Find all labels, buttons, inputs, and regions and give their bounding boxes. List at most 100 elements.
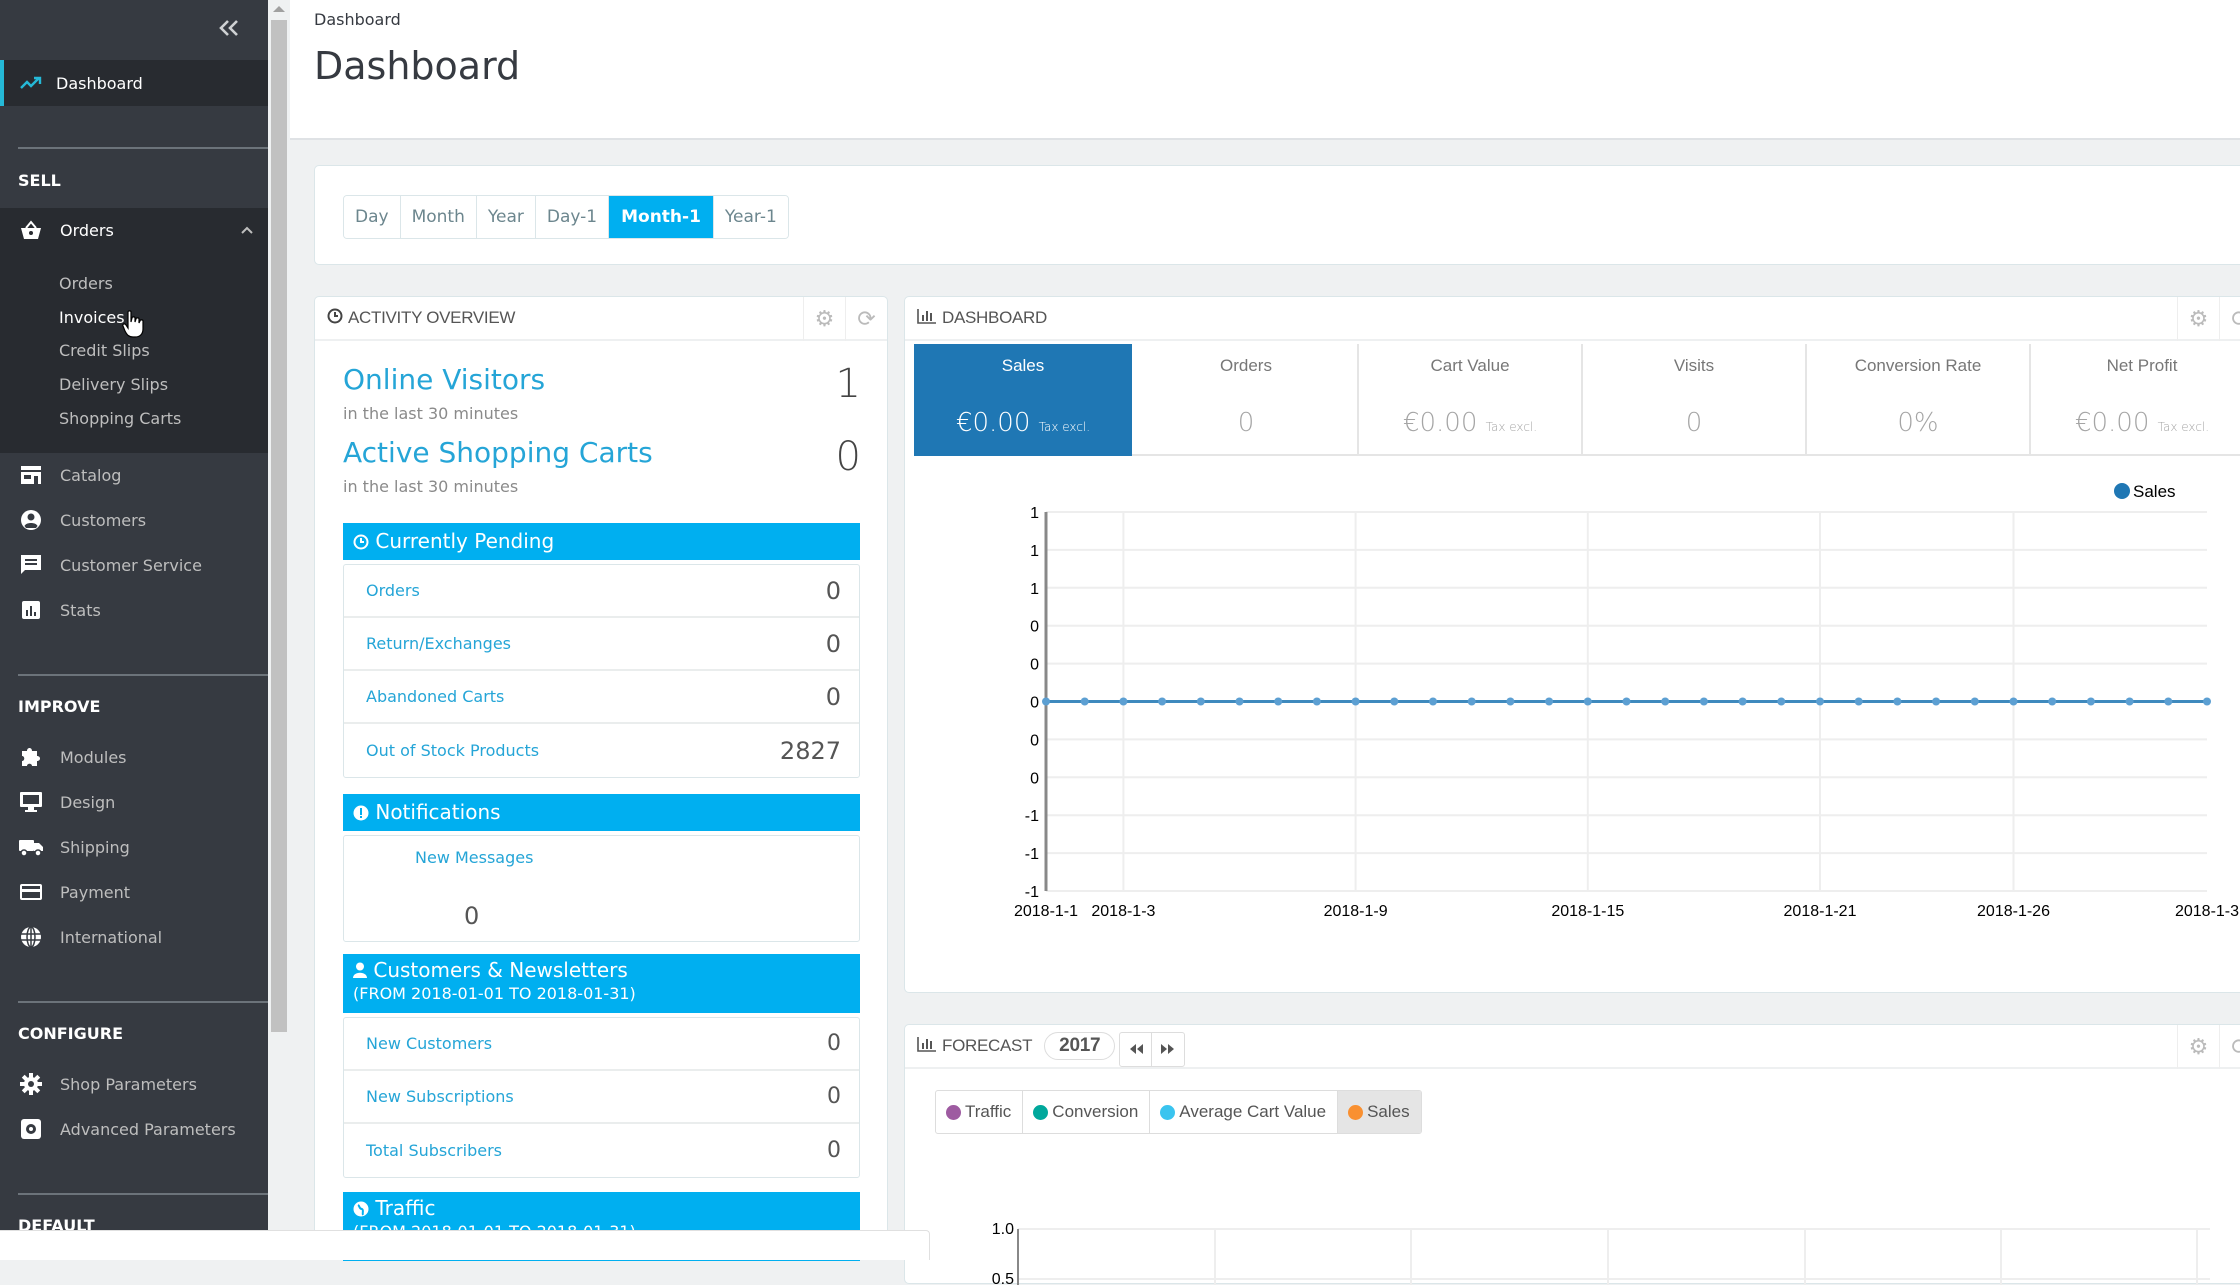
sidebar-item-label: Advanced Parameters <box>60 1119 236 1139</box>
sidebar-item-international[interactable]: International <box>18 926 162 948</box>
list-item: Total Subscribers 0 <box>344 1124 859 1177</box>
panel-title: ACTIVITY OVERVIEW <box>348 308 516 327</box>
user-icon <box>353 958 367 982</box>
kpi-visits[interactable]: Visits 0 <box>1583 344 1807 456</box>
period-day-button[interactable]: Day <box>344 196 401 238</box>
forecast-panel: FORECAST 2017 ⚙ ⟳ Traffic Conversion Ave… <box>904 1024 2240 1285</box>
sidebar-item-stats[interactable]: Stats <box>18 599 101 621</box>
submenu-item-shopping-carts[interactable]: Shopping Carts <box>59 409 181 428</box>
sales-data-point <box>1235 697 1244 706</box>
refresh-button[interactable]: ⟳ <box>845 297 887 341</box>
sidebar-item-catalog[interactable]: Catalog <box>18 464 121 486</box>
active-carts-link[interactable]: Active Shopping Carts <box>343 436 653 469</box>
notifications-box: New Messages 0 <box>343 835 860 942</box>
configure-button[interactable]: ⚙ <box>2177 1025 2219 1069</box>
sidebar-scrollbar[interactable] <box>268 0 290 1260</box>
period-month-1-button[interactable]: Month-1 <box>609 196 714 238</box>
list-item: New Customers 0 <box>344 1018 859 1071</box>
legend-sales-toggle[interactable]: Sales <box>1338 1091 1421 1133</box>
sidebar-item-customer-service[interactable]: Customer Service <box>18 554 202 576</box>
settings-box-icon <box>18 1118 44 1140</box>
x-tick-label: 2018-1-1 <box>1014 903 1078 920</box>
sidebar-item-label: Design <box>60 792 116 812</box>
exclamation-circle-icon <box>353 800 369 824</box>
abandoned-carts-link[interactable]: Abandoned Carts <box>366 687 504 706</box>
section-title: Traffic <box>375 1196 436 1220</box>
sidebar-item-modules[interactable]: Modules <box>18 746 127 768</box>
submenu-item-credit-slips[interactable]: Credit Slips <box>59 341 150 360</box>
sidebar-item-advanced-parameters[interactable]: Advanced Parameters <box>18 1118 236 1140</box>
next-year-button[interactable] <box>1152 1033 1184 1066</box>
kpi-value: 0 <box>1237 408 1255 438</box>
panel-tools: ⚙ ⟳ <box>803 297 887 341</box>
sales-data-point <box>1699 697 1708 706</box>
legend-average-cart-value-toggle[interactable]: Average Cart Value <box>1150 1091 1339 1133</box>
submenu-item-invoices[interactable]: Invoices <box>59 308 125 327</box>
sidebar-item-label: Customer Service <box>60 555 202 575</box>
section-title-improve: IMPROVE <box>18 697 101 716</box>
conversion-dot-icon <box>1033 1104 1049 1120</box>
sidebar-item-shipping[interactable]: Shipping <box>18 836 130 858</box>
refresh-button[interactable]: ⟳ <box>2219 1025 2240 1069</box>
puzzle-icon <box>18 746 44 768</box>
submenu-item-orders[interactable]: Orders <box>59 274 113 293</box>
kpi-label: Sales <box>1001 356 1045 375</box>
legend-sales-dot-icon <box>2114 483 2130 499</box>
configure-button[interactable]: ⚙ <box>2177 297 2219 341</box>
active-carts-value: 0 <box>835 434 861 480</box>
sales-data-point <box>1661 697 1670 706</box>
new-subscriptions-link[interactable]: New Subscriptions <box>366 1087 514 1106</box>
sales-data-point <box>1506 697 1515 706</box>
kpi-value: 0 <box>1685 408 1703 438</box>
currently-pending-header: Currently Pending <box>343 523 860 560</box>
breadcrumb[interactable]: Dashboard <box>314 10 401 29</box>
period-month-button[interactable]: Month <box>400 196 477 238</box>
sales-data-point <box>1158 697 1167 706</box>
kpi-sales[interactable]: Sales €0.00 Tax excl. <box>914 344 1132 456</box>
sidebar-item-dashboard[interactable]: Dashboard <box>0 60 268 106</box>
total-subscribers-link[interactable]: Total Subscribers <box>366 1141 502 1160</box>
clock-icon <box>353 529 369 553</box>
collapse-sidebar-button[interactable] <box>218 14 240 44</box>
online-visitors-link[interactable]: Online Visitors <box>343 363 545 396</box>
return-exchanges-link[interactable]: Return/Exchanges <box>366 634 511 653</box>
sales-data-point <box>2164 697 2173 706</box>
kpi-value: €0.00 Tax excl. <box>1402 408 1538 438</box>
sidebar-item-label: Dashboard <box>56 73 143 93</box>
period-day-1-button[interactable]: Day-1 <box>535 196 610 238</box>
divider <box>18 147 268 149</box>
kpi-orders[interactable]: Orders 0 <box>1135 344 1359 456</box>
sidebar-item-customers[interactable]: Customers <box>18 509 146 531</box>
previous-year-button[interactable] <box>1120 1032 1153 1066</box>
kpi-net-profit[interactable]: Net Profit €0.00 Tax excl. <box>2031 344 2240 456</box>
kpi-conversion-rate[interactable]: Conversion Rate 0% <box>1807 344 2031 456</box>
customers-newsletters-header: Customers & Newsletters (FROM 2018-01-01… <box>343 954 860 1013</box>
sidebar-item-orders[interactable]: Orders <box>18 219 114 241</box>
refresh-icon: ⟳ <box>2231 1035 2240 1060</box>
sidebar-item-design[interactable]: Design <box>18 791 115 813</box>
legend-traffic-toggle[interactable]: Traffic <box>936 1091 1024 1133</box>
out-of-stock-link[interactable]: Out of Stock Products <box>366 741 539 760</box>
configure-button[interactable]: ⚙ <box>803 297 845 341</box>
sidebar-item-shop-parameters[interactable]: Shop Parameters <box>18 1073 197 1095</box>
chevron-up-icon[interactable] <box>240 223 254 239</box>
notifications-header: Notifications <box>343 794 860 831</box>
sales-data-point <box>1042 697 1050 706</box>
scroll-up-arrow-icon[interactable] <box>273 6 285 12</box>
submenu-item-delivery-slips[interactable]: Delivery Slips <box>59 375 168 394</box>
pending-orders-link[interactable]: Orders <box>366 581 420 600</box>
scrollbar-thumb[interactable] <box>271 20 287 1032</box>
legend-conversion-toggle[interactable]: Conversion <box>1023 1091 1151 1133</box>
new-customers-link[interactable]: New Customers <box>366 1034 492 1053</box>
period-year-button[interactable]: Year <box>476 196 536 238</box>
bar-chart-icon <box>917 308 937 329</box>
kpi-label: Net Profit <box>2106 356 2178 375</box>
new-customers-value: 0 <box>827 1031 841 1056</box>
kpi-cart-value[interactable]: Cart Value €0.00 Tax excl. <box>1359 344 1583 456</box>
period-year-1-button[interactable]: Year-1 <box>713 196 788 238</box>
kpi-label: Orders <box>1220 356 1272 375</box>
x-tick-label: 2018-1-3 <box>1091 903 1155 920</box>
refresh-button[interactable]: ⟳ <box>2219 297 2240 341</box>
new-messages-link[interactable]: New Messages <box>415 848 533 867</box>
sidebar-item-payment[interactable]: Payment <box>18 881 130 903</box>
